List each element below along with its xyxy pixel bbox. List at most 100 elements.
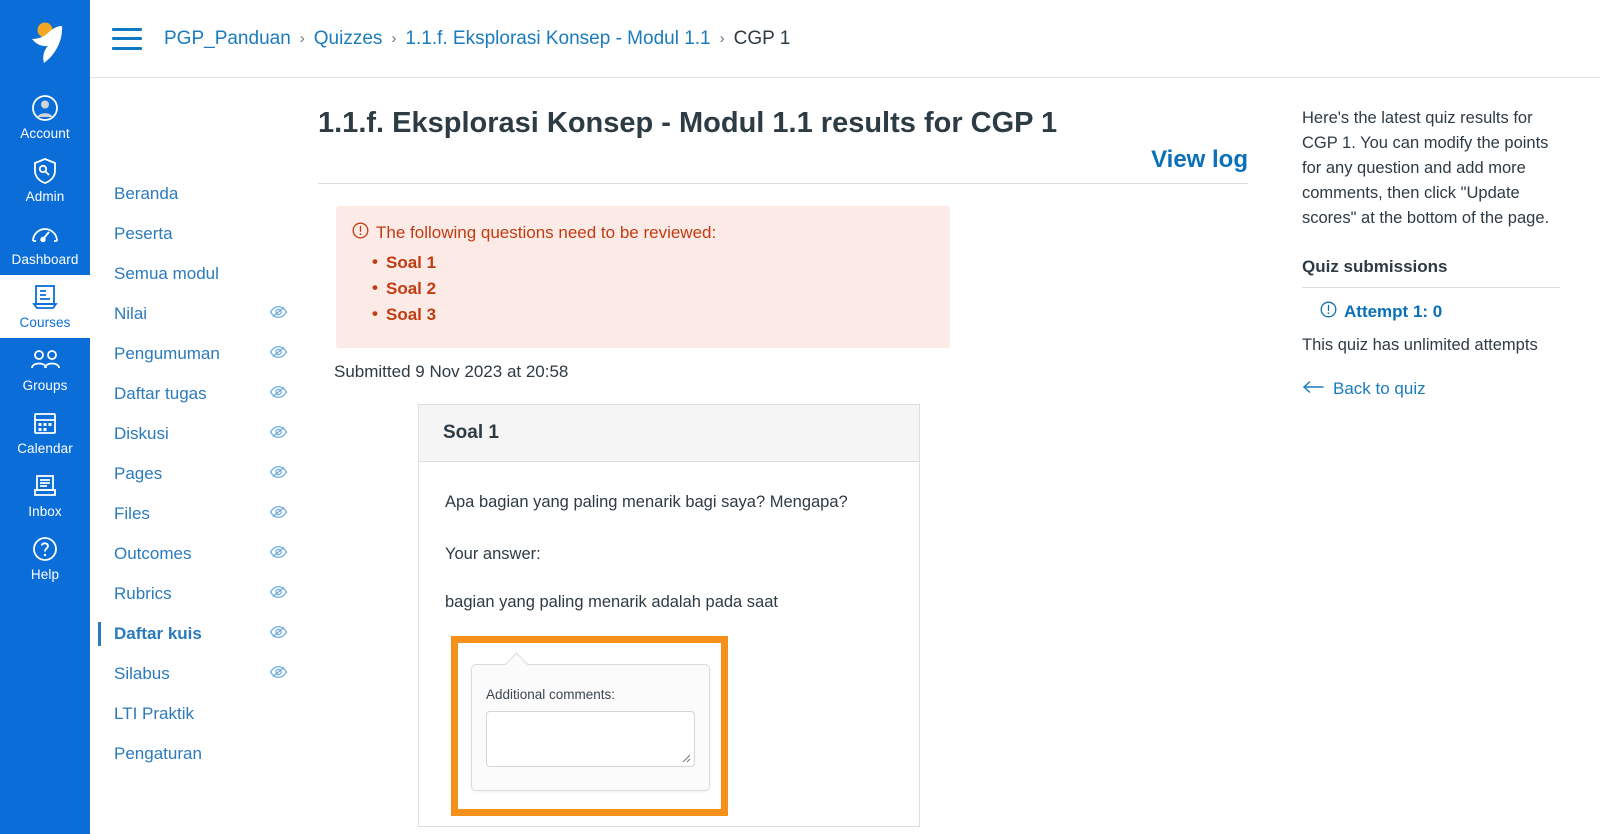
sidebar-item-files[interactable]: Files bbox=[90, 494, 318, 534]
canvas-logo[interactable] bbox=[16, 14, 74, 72]
global-nav-label: Help bbox=[30, 567, 60, 582]
title-divider bbox=[318, 183, 1248, 184]
eye-slash-icon bbox=[269, 305, 288, 324]
breadcrumb: PGP_Panduan › Quizzes › 1.1.f. Eksploras… bbox=[164, 28, 790, 50]
sidebar-item-silabus[interactable]: Silabus bbox=[90, 654, 318, 694]
sidebar-item-daftar-kuis[interactable]: Daftar kuis bbox=[90, 614, 318, 654]
back-to-quiz-link[interactable]: Back to quiz bbox=[1302, 379, 1560, 399]
global-nav-label: Groups bbox=[22, 378, 68, 393]
breadcrumb-item-quizzes[interactable]: Quizzes bbox=[314, 28, 383, 50]
answer-label: Your answer: bbox=[445, 545, 541, 563]
global-nav-label: Account bbox=[20, 126, 70, 141]
global-nav-item-groups[interactable]: Groups bbox=[0, 338, 90, 401]
inbox-icon bbox=[32, 471, 58, 501]
global-nav-item-inbox[interactable]: Inbox bbox=[0, 464, 90, 527]
breadcrumb-item-quiz[interactable]: 1.1.f. Eksplorasi Konsep - Modul 1.1 bbox=[405, 28, 710, 50]
needs-review-alert: The following questions need to be revie… bbox=[336, 206, 950, 348]
course-nav-label: Nilai bbox=[114, 304, 148, 323]
global-nav-item-calendar[interactable]: Calendar bbox=[0, 401, 90, 464]
global-nav-label: Admin bbox=[25, 189, 65, 204]
sidebar-item-peserta[interactable]: Peserta bbox=[90, 214, 318, 254]
question-title: Soal 1 bbox=[443, 422, 499, 443]
course-nav-label: Pengumuman bbox=[114, 344, 220, 363]
sidebar-intro-text: Here's the latest quiz results for CGP 1… bbox=[1302, 109, 1550, 227]
canvas-app: Account Admin Dashboard Courses Groups C… bbox=[0, 0, 1600, 834]
breadcrumb-item-student: CGP 1 bbox=[733, 27, 791, 49]
course-nav-label: Daftar tugas bbox=[114, 384, 207, 403]
list-item[interactable]: Soal 3 bbox=[372, 301, 930, 328]
eye-slash-icon bbox=[269, 585, 288, 604]
course-nav-label: Pages bbox=[114, 464, 163, 483]
sidebar-item-diskusi[interactable]: Diskusi bbox=[90, 414, 318, 454]
sidebar-item-pengaturan[interactable]: Pengaturan bbox=[90, 734, 318, 774]
breadcrumb-bar: PGP_Panduan › Quizzes › 1.1.f. Eksploras… bbox=[90, 0, 1600, 78]
view-log-row: View log bbox=[318, 146, 1280, 174]
course-nav-label: LTI Praktik bbox=[114, 704, 194, 723]
quiz-results-sidebar: Here's the latest quiz results for CGP 1… bbox=[1280, 78, 1600, 827]
question-card: Soal 1 Apa bagian yang paling menarik ba… bbox=[418, 404, 920, 827]
sidebar-divider bbox=[1302, 287, 1560, 288]
question-card-header: Soal 1 bbox=[419, 405, 919, 462]
eye-slash-icon bbox=[269, 665, 288, 684]
eye-slash-icon bbox=[269, 345, 288, 364]
attempts-note: This quiz has unlimited attempts bbox=[1302, 336, 1538, 354]
sidebar-item-semua-modul[interactable]: Semua modul bbox=[90, 254, 318, 294]
breadcrumb-item-course[interactable]: PGP_Panduan bbox=[164, 28, 291, 50]
additional-comments-input[interactable] bbox=[486, 711, 695, 767]
eye-slash-icon bbox=[269, 465, 288, 484]
course-nav-label: Diskusi bbox=[114, 424, 169, 443]
warning-circle-icon bbox=[352, 222, 369, 245]
main-content: 1.1.f. Eksplorasi Konsep - Modul 1.1 res… bbox=[318, 78, 1280, 827]
shield-wrench-icon bbox=[32, 156, 58, 186]
global-nav-item-help[interactable]: Help bbox=[0, 527, 90, 590]
book-icon bbox=[32, 282, 58, 312]
global-nav-label: Inbox bbox=[28, 504, 62, 519]
sidebar-item-outcomes[interactable]: Outcomes bbox=[90, 534, 318, 574]
breadcrumb-separator: › bbox=[299, 30, 305, 47]
breadcrumb-separator: › bbox=[719, 30, 725, 47]
back-to-quiz-label: Back to quiz bbox=[1333, 379, 1426, 398]
course-nav-label: Semua modul bbox=[114, 264, 219, 283]
course-nav-label: Files bbox=[114, 504, 150, 523]
global-nav-item-account[interactable]: Account bbox=[0, 86, 90, 149]
question-circle-icon bbox=[32, 534, 58, 564]
comment-highlight-frame: Additional comments: bbox=[451, 636, 728, 816]
answer-text: bagian yang paling menarik adalah pada s… bbox=[445, 593, 778, 611]
global-nav-label: Courses bbox=[19, 315, 71, 330]
sidebar-item-daftar-tugas[interactable]: Daftar tugas bbox=[90, 374, 318, 414]
sidebar-item-rubrics[interactable]: Rubrics bbox=[90, 574, 318, 614]
additional-comments-label: Additional comments: bbox=[486, 687, 616, 702]
course-navigation: Beranda Peserta Semua modul Nilai Pengum… bbox=[90, 78, 318, 827]
sidebar-item-beranda[interactable]: Beranda bbox=[90, 174, 318, 214]
eye-slash-icon bbox=[269, 505, 288, 524]
sidebar-item-pengumuman[interactable]: Pengumuman bbox=[90, 334, 318, 374]
attempt-link[interactable]: Attempt 1: 0 bbox=[1320, 301, 1560, 323]
view-log-link[interactable]: View log bbox=[1151, 146, 1248, 173]
course-nav-label: Peserta bbox=[114, 224, 173, 243]
alert-question-list: Soal 1 Soal 2 Soal 3 bbox=[352, 249, 930, 328]
course-nav-list: Beranda Peserta Semua modul Nilai Pengum… bbox=[90, 174, 318, 774]
comment-textarea-wrap bbox=[486, 711, 695, 772]
eye-slash-icon bbox=[269, 545, 288, 564]
hamburger-icon[interactable] bbox=[112, 27, 142, 50]
global-nav-item-admin[interactable]: Admin bbox=[0, 149, 90, 212]
global-nav-label: Calendar bbox=[17, 441, 73, 456]
global-nav-label: Dashboard bbox=[11, 252, 79, 267]
additional-comments-bubble: Additional comments: bbox=[471, 664, 710, 791]
attempt-label: Attempt 1: 0 bbox=[1344, 302, 1443, 321]
sidebar-item-nilai[interactable]: Nilai bbox=[90, 294, 318, 334]
list-item[interactable]: Soal 1 bbox=[372, 249, 930, 276]
course-nav-label: Outcomes bbox=[114, 544, 192, 563]
global-nav-item-dashboard[interactable]: Dashboard bbox=[0, 212, 90, 275]
page-body: Beranda Peserta Semua modul Nilai Pengum… bbox=[90, 78, 1600, 827]
sidebar-item-lti-praktik[interactable]: LTI Praktik bbox=[90, 694, 318, 734]
list-item[interactable]: Soal 2 bbox=[372, 275, 930, 302]
warning-circle-icon bbox=[1320, 301, 1337, 323]
course-nav-label: Beranda bbox=[114, 184, 179, 203]
course-nav-label: Pengaturan bbox=[114, 744, 202, 763]
sidebar-item-pages[interactable]: Pages bbox=[90, 454, 318, 494]
global-nav-item-courses[interactable]: Courses bbox=[0, 275, 90, 338]
course-nav-label: Silabus bbox=[114, 664, 170, 683]
course-nav-label: Rubrics bbox=[114, 584, 172, 603]
calendar-icon bbox=[32, 408, 58, 438]
